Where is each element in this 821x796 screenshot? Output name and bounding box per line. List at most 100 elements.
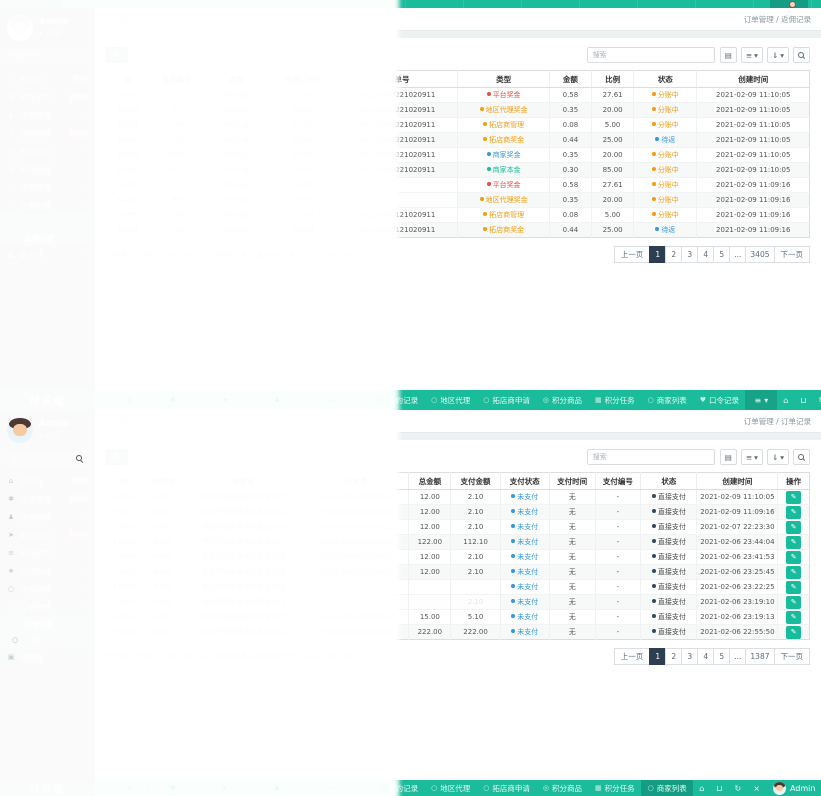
nav-action-icon[interactable]: ⊔ <box>794 390 812 410</box>
column-header[interactable]: 比例 <box>592 71 634 88</box>
next-page-button[interactable]: 下一页 <box>774 648 811 665</box>
cell-total: 12.00 <box>409 490 451 505</box>
page-button[interactable]: 3405 <box>745 246 774 263</box>
edit-button[interactable]: ✎ <box>786 551 801 564</box>
column-header[interactable]: 金额 <box>549 71 591 88</box>
cell-type: 拓店商管理 <box>458 208 549 223</box>
nav-action-icon[interactable]: ↻ <box>813 390 821 410</box>
nav-item[interactable]: ◎ 积分商品 <box>536 780 588 796</box>
page-button[interactable]: 2 <box>665 246 682 263</box>
sidebar-item-icon: ➤ <box>7 531 15 539</box>
column-header[interactable]: 创建时间 <box>697 473 778 490</box>
page-button[interactable]: 1387 <box>745 648 774 665</box>
prev-page-button[interactable]: 上一页 <box>614 648 651 665</box>
status-dot <box>652 539 656 543</box>
cell-pay-time: 无 <box>549 595 595 610</box>
column-header[interactable]: 操作 <box>778 473 810 490</box>
column-header[interactable]: 状态 <box>634 71 697 88</box>
nav-item[interactable]: ○ 地区代理 <box>425 390 477 410</box>
breadcrumb-trail[interactable]: 订单管理 / 返佣记录 <box>744 14 811 25</box>
table-search-input[interactable] <box>587 47 715 63</box>
edit-button[interactable]: ✎ <box>786 596 801 609</box>
user-menu[interactable]: Admin <box>766 780 821 796</box>
cell-actions: ✎ <box>778 580 810 595</box>
cell-paid: 112.10 <box>451 535 500 550</box>
table-tool-button[interactable]: ⇓ ▾ <box>767 47 789 63</box>
page-button[interactable]: ... <box>729 648 746 665</box>
search-icon <box>76 455 83 462</box>
nav-item-icon: ✱ <box>170 396 176 404</box>
column-header[interactable]: 支付状态 <box>500 473 549 490</box>
table-tool-button[interactable] <box>793 47 810 63</box>
cell-amount: 0.44 <box>549 133 591 148</box>
cell-paid: 2.10 <box>451 520 500 535</box>
edit-button[interactable]: ✎ <box>786 506 801 519</box>
edit-button[interactable]: ✎ <box>786 566 801 579</box>
nav-item[interactable]: ♥ 口令记录 <box>693 390 745 410</box>
nav-item[interactable]: ○ 商家列表 <box>641 390 693 410</box>
next-page-button[interactable]: 下一页 <box>774 246 811 263</box>
nav-action-icon[interactable]: ⌂ <box>693 780 710 796</box>
column-header[interactable]: 状态 <box>641 473 697 490</box>
prev-page-button[interactable]: 上一页 <box>614 246 651 263</box>
caret-down-icon: ▾ <box>780 51 784 60</box>
edit-button[interactable]: ✎ <box>786 536 801 549</box>
nav-item[interactable]: ▦ 积分任务 <box>588 780 641 796</box>
table-tool-button[interactable]: ≡ ▾ <box>741 449 763 465</box>
table-search-input[interactable] <box>587 449 715 465</box>
page-button[interactable]: 3 <box>681 246 698 263</box>
page-button[interactable]: 1 <box>649 648 666 665</box>
cell-pay-no: - <box>595 490 641 505</box>
column-header[interactable]: 创建时间 <box>697 71 810 88</box>
status-dot <box>652 197 656 201</box>
table-tool-button[interactable]: ⇓ ▾ <box>767 449 789 465</box>
cell-amount: 0.08 <box>549 118 591 133</box>
cell-ratio: 25.00 <box>592 133 634 148</box>
column-header[interactable]: 支付金额 <box>451 473 500 490</box>
table-tool-button[interactable]: ≡ ▾ <box>741 47 763 63</box>
nav-item[interactable]: ○ 商家列表 <box>641 780 693 796</box>
cell-total: 12.00 <box>409 520 451 535</box>
nav-item[interactable]: ▦ 积分任务 <box>588 390 641 410</box>
nav-action-icon[interactable]: ⊔ <box>710 780 728 796</box>
column-header[interactable]: 类型 <box>458 71 549 88</box>
column-header[interactable]: 支付时间 <box>549 473 595 490</box>
page-button[interactable]: 5 <box>713 246 730 263</box>
cell-order-no <box>303 595 408 610</box>
cell-type: 地区代理奖金 <box>458 103 549 118</box>
page-button[interactable]: 3 <box>681 648 698 665</box>
nav-item[interactable]: ○ 拓店商申请 <box>477 780 537 796</box>
page-button[interactable]: 5 <box>713 648 730 665</box>
edit-button[interactable]: ✎ <box>786 491 801 504</box>
bars-icon: ≡ <box>754 396 761 405</box>
table-tool-button[interactable]: ▤ <box>720 47 737 63</box>
nav-dropdown-button[interactable]: ≡▾ <box>745 390 777 410</box>
edit-button[interactable]: ✎ <box>786 581 801 594</box>
page-button[interactable]: ... <box>729 246 746 263</box>
edit-button[interactable]: ✎ <box>786 521 801 534</box>
table-tool-button[interactable]: ▤ <box>720 449 737 465</box>
page-button[interactable]: 2 <box>665 648 682 665</box>
nav-item[interactable]: ○ 地区代理 <box>425 780 477 796</box>
cell-status: 分账中 <box>634 118 697 133</box>
nav-action-icon[interactable]: × <box>747 780 766 796</box>
nav-action-icon[interactable]: ⌂ <box>777 390 794 410</box>
nav-item[interactable]: ◎ 积分商品 <box>536 390 588 410</box>
edit-button[interactable]: ✎ <box>786 611 801 624</box>
pencil-icon: ✎ <box>791 523 797 531</box>
page-button[interactable]: 4 <box>697 246 714 263</box>
nav-action-icon[interactable]: ↻ <box>729 780 748 796</box>
status-dot <box>652 614 656 618</box>
status-dot <box>511 554 515 558</box>
column-header[interactable]: 支付编号 <box>595 473 641 490</box>
page-button[interactable]: 4 <box>697 648 714 665</box>
breadcrumb-trail[interactable]: 订单管理 / 订单记录 <box>744 416 811 427</box>
page-button[interactable]: 1 <box>649 246 666 263</box>
pagination: 上一页 12345...3405 下一页 <box>615 246 810 263</box>
cell-pay-status: 未支付 <box>500 535 549 550</box>
cell-amount: 0.30 <box>549 163 591 178</box>
table-tool-button[interactable] <box>793 449 810 465</box>
nav-item[interactable]: ○ 拓店商申请 <box>477 390 537 410</box>
column-header[interactable]: 总金额 <box>409 473 451 490</box>
edit-button[interactable]: ✎ <box>786 626 801 639</box>
